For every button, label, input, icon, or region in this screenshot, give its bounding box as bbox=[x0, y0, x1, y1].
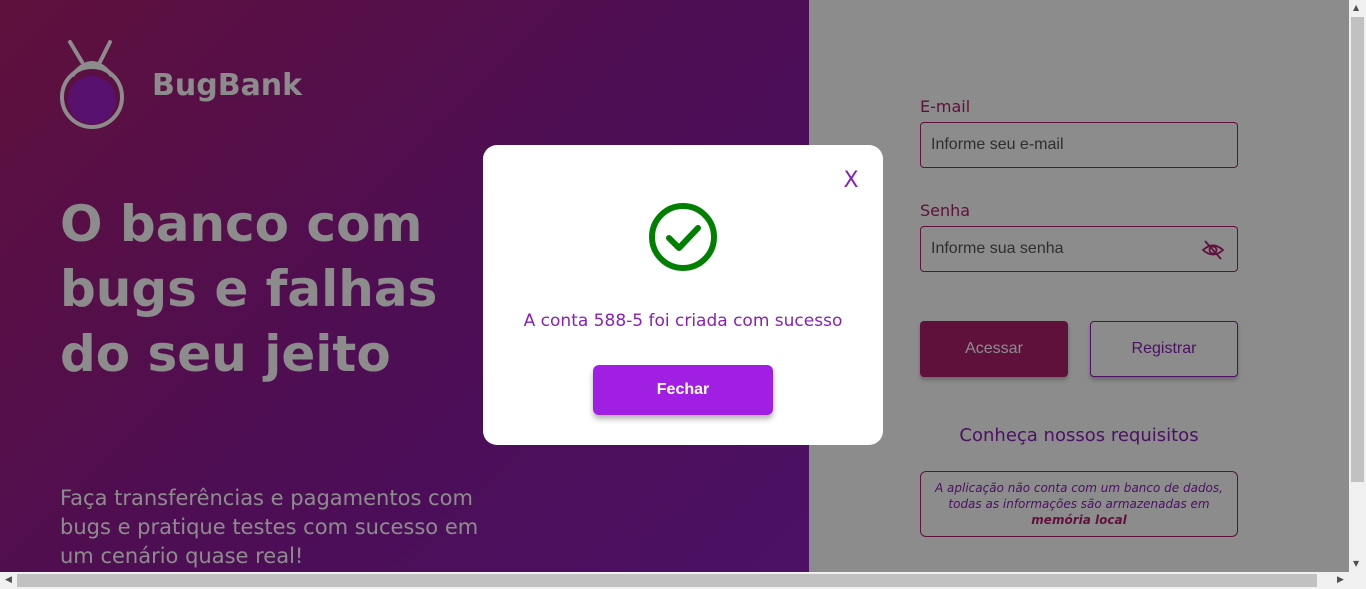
success-modal: X A conta 588-5 foi criada com sucesso F… bbox=[483, 145, 883, 445]
fechar-button[interactable]: Fechar bbox=[593, 365, 773, 415]
modal-message: A conta 588-5 foi criada com sucesso bbox=[523, 311, 843, 331]
vertical-scroll-thumb[interactable] bbox=[1351, 17, 1364, 482]
horizontal-scrollbar[interactable]: ◀ ▶ bbox=[0, 572, 1366, 589]
vertical-scrollbar[interactable]: ▲ ▼ bbox=[1349, 0, 1366, 572]
scroll-right-icon[interactable]: ▶ bbox=[1337, 575, 1344, 585]
page: BugBank O banco com bugs e falhas do seu… bbox=[0, 0, 1349, 572]
horizontal-scroll-thumb[interactable] bbox=[17, 574, 1317, 587]
check-circle-icon bbox=[647, 201, 719, 277]
scroll-down-icon[interactable]: ▼ bbox=[1353, 559, 1359, 568]
scroll-left-icon[interactable]: ◀ bbox=[5, 575, 12, 585]
close-icon[interactable]: X bbox=[841, 169, 861, 193]
scroll-up-icon[interactable]: ▲ bbox=[1353, 3, 1359, 12]
